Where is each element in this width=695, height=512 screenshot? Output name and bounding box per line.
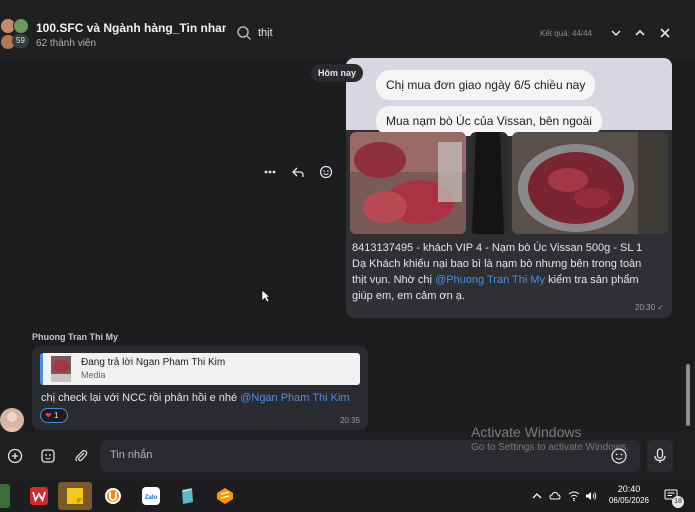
- add-button[interactable]: [4, 445, 26, 467]
- sent-check-icon: ✓: [657, 303, 664, 312]
- message-line-end: kiểm tra sản phẩm: [545, 274, 639, 286]
- message-timestamp: 20:30 ✓: [635, 303, 664, 312]
- wifi-icon[interactable]: [568, 490, 580, 502]
- photo-attachments: [350, 132, 668, 234]
- message-body: chị check lại với NCC rồi phản hồi e nhé: [41, 392, 241, 404]
- screenshot-text: Chị mua đơn giao ngày 6/5 chiều nay: [376, 70, 596, 100]
- meat-bowl-photo[interactable]: [512, 132, 668, 234]
- group-name[interactable]: 100.SFC và Ngành hàng_Tin nhanh: [36, 21, 236, 35]
- clock-date: 06/05/2026: [608, 496, 650, 505]
- previous-result-button[interactable]: [631, 24, 649, 42]
- message-line-start: thịt vụn. Nhờ chị: [352, 274, 436, 286]
- member-count-badge: 59: [12, 34, 29, 48]
- message-timestamp: 20:35: [339, 416, 360, 425]
- reply-button[interactable]: [288, 162, 308, 182]
- message-scrollbar[interactable]: [686, 364, 690, 426]
- notebook-app-icon[interactable]: [174, 484, 200, 508]
- mention-link[interactable]: @Phuong Tran Thi My: [435, 274, 545, 286]
- message-line: 8413137495 - khách VIP 4 - Nạm bò Úc Vis…: [352, 242, 643, 254]
- chevron-down-icon: [611, 30, 621, 37]
- group-avatar[interactable]: 59: [0, 14, 32, 50]
- plus-circle-icon: [7, 448, 23, 464]
- member-avatar: [13, 18, 29, 34]
- member-count[interactable]: 62 thành viên: [36, 38, 96, 49]
- zalo-icon[interactable]: Zalo: [138, 484, 164, 508]
- svg-text:Zalo: Zalo: [145, 495, 158, 501]
- message-line: Dạ Khách khiếu nại bao bì là nạm bò nhưn…: [352, 258, 642, 270]
- black-tray-photo[interactable]: [470, 132, 508, 234]
- notification-center-button[interactable]: 18: [664, 488, 684, 508]
- message-line: thịt vụn. Nhờ chị @Phuong Tran Thi My ki…: [352, 272, 668, 288]
- clock-time: 20:40: [617, 484, 641, 494]
- reaction-badge[interactable]: ❤ 1: [40, 408, 68, 423]
- chat-window: 59 100.SFC và Ngành hàng_Tin nhanh 62 th…: [0, 0, 695, 480]
- message-actions: [258, 162, 338, 182]
- cloud-icon[interactable]: [549, 490, 561, 502]
- other-message-bubble[interactable]: Đang trả lời Ngan Pham Thi Kim Media chị…: [32, 346, 368, 430]
- react-button[interactable]: [316, 162, 336, 182]
- more-options-button[interactable]: [260, 162, 280, 182]
- close-search-button[interactable]: [656, 24, 674, 42]
- attach-file-button[interactable]: [70, 445, 92, 467]
- mention-link[interactable]: @Ngan Pham Thi Kim: [240, 392, 349, 404]
- mouse-cursor-icon: [261, 289, 271, 303]
- heart-icon: ❤: [45, 411, 52, 420]
- chat-header: 59 100.SFC và Ngành hàng_Tin nhanh 62 th…: [0, 0, 695, 58]
- notification-count-badge: 18: [672, 496, 684, 508]
- taskbar-clock[interactable]: 20:40 06/05/2026: [604, 484, 654, 505]
- message-line: giúp em, em cảm ơn ạ.: [352, 290, 465, 302]
- sticky-notes-icon[interactable]: [58, 482, 92, 510]
- day-separator: Hôm nay: [311, 64, 364, 82]
- more-icon: [264, 170, 276, 174]
- search-icon: [237, 26, 252, 41]
- wps-office-icon[interactable]: [26, 484, 52, 508]
- message-input-placeholder: Tin nhắn: [110, 449, 153, 461]
- sublime-icon[interactable]: [212, 484, 238, 508]
- search-input[interactable]: thịt: [258, 27, 273, 39]
- search-result-count: Kết quả: 44/44: [540, 29, 593, 38]
- reaction-count: 1: [53, 411, 59, 420]
- close-icon: [660, 28, 670, 38]
- emoji-icon[interactable]: [610, 447, 628, 465]
- chevron-up-icon[interactable]: [531, 490, 543, 502]
- reply-quote-type: Media: [81, 370, 106, 380]
- message-composer: Tin nhắn: [0, 432, 695, 480]
- sender-avatar[interactable]: [0, 408, 24, 432]
- reply-quote[interactable]: Đang trả lời Ngan Pham Thi Kim Media: [40, 353, 360, 385]
- sticker-button[interactable]: [37, 445, 59, 467]
- volume-icon[interactable]: [585, 490, 597, 502]
- voice-message-button[interactable]: [647, 440, 673, 472]
- windows-taskbar: Zalo 20:40 06/05/2026 18: [0, 480, 695, 512]
- microphone-icon: [654, 448, 666, 463]
- smiley-icon: [319, 165, 333, 179]
- reply-quote-title: Đang trả lời Ngan Pham Thi Kim: [81, 357, 226, 368]
- sender-name[interactable]: Phuong Tran Thi My: [32, 332, 118, 342]
- meat-package-photo[interactable]: [350, 132, 466, 234]
- attached-screenshot[interactable]: Chị mua đơn giao ngày 6/5 chiều nay Mua …: [346, 58, 672, 136]
- search-filter-button[interactable]: [607, 24, 625, 42]
- other-message-text: chị check lại với NCC rồi phản hồi e nhé…: [41, 392, 350, 404]
- message-list: Chị mua đơn giao ngày 6/5 chiều nay Mua …: [0, 58, 695, 432]
- ultraviewer-icon[interactable]: [100, 484, 126, 508]
- chevron-up-icon: [635, 29, 645, 36]
- paperclip-icon: [75, 450, 88, 462]
- quoted-media-thumbnail: [51, 356, 71, 382]
- taskbar-app-icon[interactable]: [0, 484, 10, 508]
- message-input[interactable]: Tin nhắn: [100, 440, 640, 472]
- message-search-bar: thịt Kết quả: 44/44: [226, 18, 695, 48]
- my-message-text: 8413137495 - khách VIP 4 - Nạm bò Úc Vis…: [352, 240, 668, 304]
- reply-icon: [292, 167, 304, 177]
- sticker-icon: [41, 449, 55, 463]
- my-message-bubble[interactable]: Chị mua đơn giao ngày 6/5 chiều nay Mua …: [346, 58, 672, 318]
